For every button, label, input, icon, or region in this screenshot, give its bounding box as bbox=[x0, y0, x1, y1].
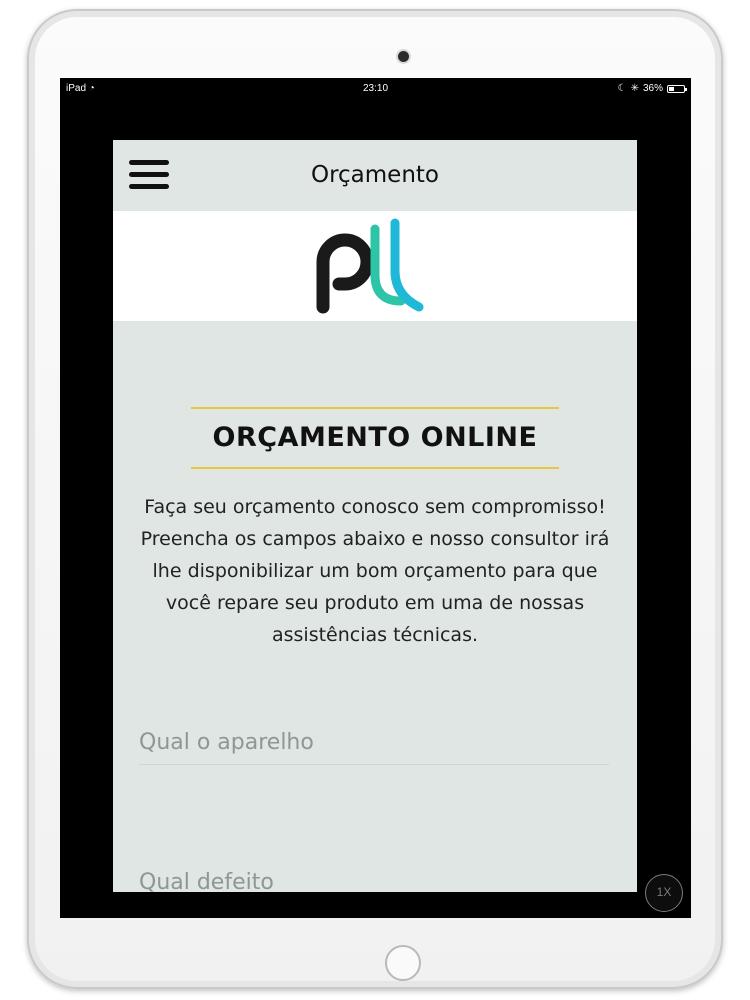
home-button[interactable] bbox=[385, 945, 421, 981]
logo-band bbox=[113, 211, 637, 321]
page-title: Orçamento bbox=[310, 162, 440, 188]
battery-icon bbox=[667, 84, 687, 93]
status-right: ☾ ✳ 36% bbox=[617, 83, 687, 94]
pl-logo-icon bbox=[316, 218, 424, 314]
app-viewport: Orçamento ORÇAMENTO ONLINE Faça seu orça… bbox=[113, 140, 637, 892]
logo-letter-p bbox=[316, 233, 374, 314]
moon-icon: ☾ bbox=[617, 83, 627, 94]
status-bar: iPad ◔ 23:10 ☾ ✳ 36% bbox=[60, 78, 691, 100]
logo-letter-l2 bbox=[390, 218, 424, 312]
app-header: Orçamento bbox=[113, 140, 637, 211]
ipad-screen: iPad ◔ 23:10 ☾ ✳ 36% Orçamento ORÇAMENTO… bbox=[60, 78, 691, 918]
defect-input[interactable] bbox=[139, 861, 609, 892]
bluetooth-icon: ✳ bbox=[630, 83, 639, 94]
battery-percent: 36% bbox=[642, 83, 663, 94]
device-input[interactable] bbox=[139, 721, 609, 765]
zoom-toggle-button[interactable]: 1X bbox=[645, 874, 683, 912]
front-camera bbox=[398, 51, 409, 62]
battery-fill bbox=[669, 86, 674, 91]
intro-text: Faça seu orçamento conosco sem compromis… bbox=[140, 496, 610, 646]
status-time: 23:10 bbox=[362, 83, 389, 94]
section-heading: ORÇAMENTO ONLINE bbox=[212, 422, 538, 453]
heading-box: ORÇAMENTO ONLINE bbox=[191, 407, 559, 469]
content-area: ORÇAMENTO ONLINE Faça seu orçamento cono… bbox=[113, 321, 637, 892]
